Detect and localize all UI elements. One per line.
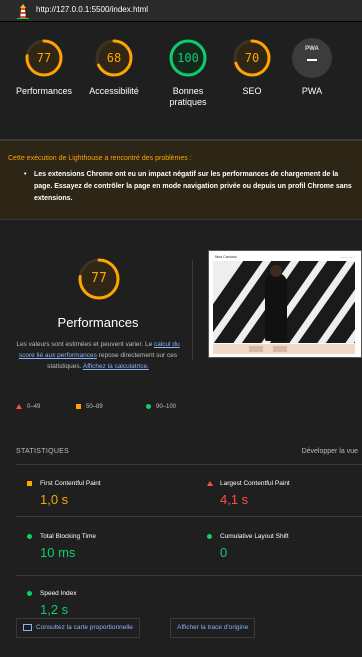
metric-name: Cumulative Layout Shift: [220, 533, 289, 540]
metric-value: 4,1 s: [220, 492, 249, 507]
runtime-warning: Cette exécution de Lighthouse a rencontr…: [0, 140, 362, 220]
gauge-label: Bonnes pratiques: [169, 86, 207, 107]
gauge-performance[interactable]: 77 Performances: [8, 38, 80, 97]
legend-fail: 0–49: [16, 404, 40, 410]
metric-value: 0: [220, 545, 228, 560]
score-summary: 77 Performances 68 Accessibilité 100 Bon…: [0, 22, 362, 140]
gauge-accessibility[interactable]: 68 Accessibilité: [78, 38, 150, 97]
final-screenshot[interactable]: Nina Carducci — — — ◦: [208, 250, 362, 358]
thumb-hero-image: [213, 261, 355, 343]
metric-name: Speed Index: [40, 590, 77, 597]
desc-text: Les valeurs sont estimées et peuvent var…: [16, 341, 153, 348]
gauge-label: PWA: [301, 86, 323, 96]
warning-list: Les extensions Chrome ont eu un impact n…: [24, 169, 358, 205]
performance-section: 77 Performances Les valeurs sont estimée…: [0, 220, 362, 430]
performance-gauge: 77: [77, 257, 121, 301]
view-trace-button[interactable]: Afficher la trace d'origine: [170, 618, 256, 638]
circle-icon: [207, 534, 212, 539]
circle-icon: [27, 591, 32, 596]
gauge-label: Accessibilité: [89, 86, 139, 96]
metrics-section: STATISTIQUES Développer la vue First Con…: [0, 430, 362, 617]
divider: [16, 464, 362, 465]
divider: [192, 260, 193, 360]
legend-range: 50–89: [86, 404, 103, 411]
divider: [16, 575, 362, 576]
gauge-score: 70: [244, 51, 260, 65]
metrics-header: STATISTIQUES: [16, 448, 70, 455]
gauge-score: 77: [36, 51, 52, 65]
gauge-ring: 77: [24, 38, 64, 78]
gauge-score: 100: [177, 51, 199, 65]
thumb-footer: [213, 344, 355, 354]
warning-item: Les extensions Chrome ont eu un impact n…: [24, 169, 358, 205]
legend-pass: 90–100: [146, 404, 176, 410]
thumb-brand: Nina Carducci: [215, 255, 237, 259]
calculator-link[interactable]: Affichez la calculatrice.: [83, 363, 149, 370]
pwa-dash: [307, 59, 317, 61]
square-icon: [76, 404, 81, 409]
lighthouse-logo-icon: [17, 4, 29, 19]
treemap-button[interactable]: Consultez la carte proportionnelle: [16, 618, 140, 638]
pwa-badge-text: PWA: [305, 46, 319, 52]
gauge-best-practices[interactable]: 100 Bonnes pratiques: [152, 38, 224, 108]
circle-icon: [27, 534, 32, 539]
thumb-nav: — — — ◦: [340, 255, 355, 259]
warning-title: Cette exécution de Lighthouse a rencontr…: [8, 155, 192, 162]
divider: [16, 516, 362, 517]
square-icon: [27, 481, 32, 486]
legend-range: 0–49: [27, 404, 41, 411]
metric-name: Total Blocking Time: [40, 533, 96, 540]
performance-title: Performances: [57, 315, 139, 330]
expand-view-toggle[interactable]: Développer la vue: [302, 448, 358, 455]
metric-value: 10 ms: [40, 545, 76, 560]
triangle-icon: [207, 481, 213, 486]
performance-score: 77: [91, 271, 107, 286]
browser-bar: http://127.0.0.1:5500/index.html: [0, 0, 362, 22]
gauge-ring: 70: [232, 38, 272, 78]
legend-average: 50–89: [76, 404, 103, 410]
metric-value: 1,0 s: [40, 492, 69, 507]
gauge-score: 68: [106, 51, 122, 65]
gauge-pwa[interactable]: PWA PWA: [276, 38, 348, 97]
gauge-ring: 68: [94, 38, 134, 78]
metric-name: Largest Contentful Paint: [220, 480, 290, 487]
triangle-icon: [16, 404, 22, 409]
metric-name: First Contentful Paint: [40, 480, 101, 487]
page-url[interactable]: http://127.0.0.1:5500/index.html: [36, 5, 148, 14]
pwa-badge-icon: PWA: [292, 38, 332, 78]
treemap-button-label: Consultez la carte proportionnelle: [36, 624, 133, 631]
gauge-ring: 100: [168, 38, 208, 78]
circle-icon: [146, 404, 151, 409]
action-buttons: Consultez la carte proportionnelle Affic…: [0, 610, 362, 657]
legend-range: 90–100: [156, 404, 177, 411]
trace-button-label: Afficher la trace d'origine: [177, 624, 249, 631]
performance-description: Les valeurs sont estimées et peuvent var…: [16, 339, 180, 372]
treemap-icon: [23, 623, 32, 631]
gauge-label: Performances: [15, 86, 73, 96]
